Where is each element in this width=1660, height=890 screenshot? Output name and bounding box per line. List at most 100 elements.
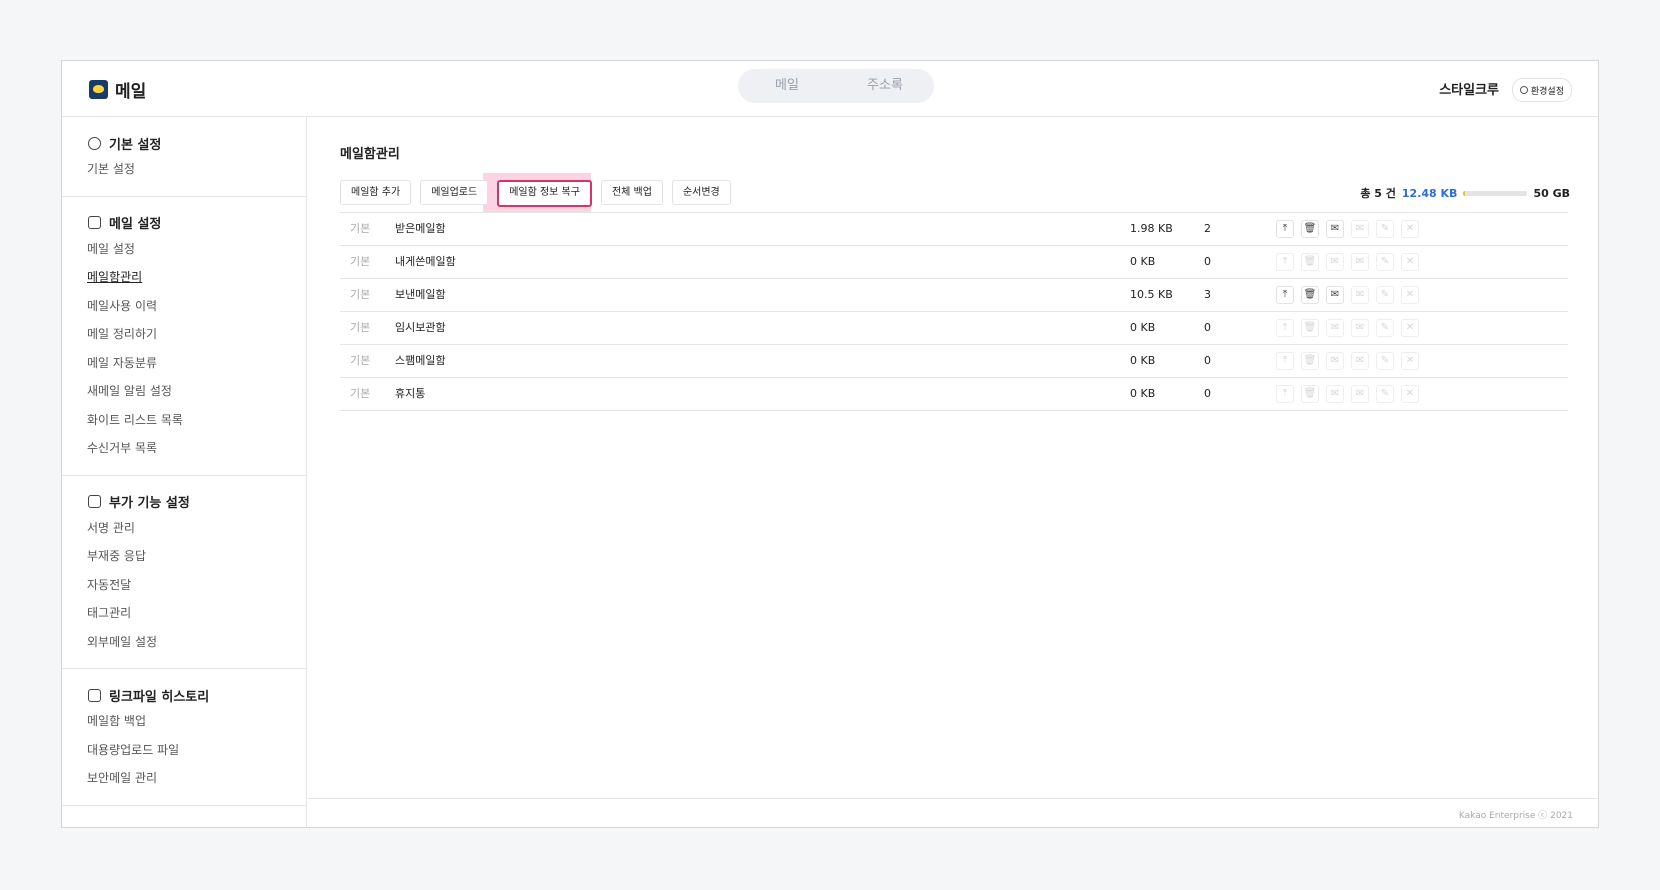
mailbox-table: 기본 받은메일함 1.98 KB 2 ⤒ 🗑 ✉ ✉ ✎ ✕ 기본 내게쓴메일함 0 KB 0 ⤒ 🗑 ✉ ✉ ✎ ✕… (340, 212, 1568, 411)
row-actions: ⤒ 🗑 ✉ ✉ ✎ ✕ (1276, 385, 1419, 403)
table-row[interactable]: 기본 임시보관함 0 KB 0 ⤒ 🗑 ✉ ✉ ✎ ✕ (340, 312, 1568, 345)
pencil-icon[interactable]: ✎ (1376, 220, 1394, 238)
table-row[interactable]: 기본 스팸메일함 0 KB 0 ⤒ 🗑 ✉ ✉ ✎ ✕ (340, 345, 1568, 378)
sidebar-item[interactable]: 메일 정리하기 (62, 320, 306, 349)
mail-export-icon[interactable]: ✉ (1351, 253, 1369, 271)
logo[interactable]: 메일 (89, 77, 146, 102)
restore-mailbox-info-button[interactable]: 메일함 정보 복구 (497, 180, 592, 207)
sidebar-item[interactable]: 태그관리 (62, 599, 306, 628)
sidebar-item[interactable]: 기본 설정 (62, 155, 306, 184)
table-row[interactable]: 기본 보낸메일함 10.5 KB 3 ⤒ 🗑 ✉ ✉ ✎ ✕ (340, 279, 1568, 312)
sidebar-item[interactable]: 부재중 응답 (62, 542, 306, 571)
sidebar-item[interactable]: 대용량업로드 파일 (62, 736, 306, 765)
sidebar-item[interactable]: 화이트 리스트 목록 (62, 406, 306, 435)
mail-move-icon[interactable]: ✉ (1326, 319, 1344, 337)
sidebar-item[interactable]: 메일함 백업 (62, 707, 306, 736)
footer: Kakao Enterprise ⓒ 2021 (308, 798, 1598, 827)
mailbox-size: 10.5 KB (1130, 288, 1173, 301)
mail-move-icon[interactable]: ✉ (1326, 286, 1344, 304)
mail-export-icon[interactable]: ✉ (1351, 352, 1369, 370)
mail-move-icon[interactable]: ✉ (1326, 220, 1344, 238)
settings-button[interactable]: 환경설정 (1511, 78, 1572, 102)
upload-icon[interactable]: ⤒ (1276, 253, 1294, 271)
pencil-icon[interactable]: ✎ (1376, 253, 1394, 271)
pencil-icon[interactable]: ✎ (1376, 385, 1394, 403)
close-icon[interactable]: ✕ (1401, 352, 1419, 370)
mail-export-icon[interactable]: ✉ (1351, 385, 1369, 403)
mailbox-count: 3 (1204, 288, 1211, 301)
mailbox-size: 1.98 KB (1130, 222, 1173, 235)
top-tabs: 메일 주소록 (738, 69, 934, 103)
mail-move-icon[interactable]: ✉ (1326, 385, 1344, 403)
trash-icon[interactable]: 🗑 (1301, 253, 1319, 271)
top-bar: 메일 메일 주소록 스타일크루 환경설정 (62, 61, 1598, 117)
copyright: Kakao Enterprise ⓒ 2021 (1458, 811, 1573, 821)
sidebar-item[interactable]: 수신거부 목록 (62, 434, 306, 463)
pencil-icon[interactable]: ✎ (1376, 319, 1394, 337)
pencil-icon[interactable]: ✎ (1376, 286, 1394, 304)
mailbox-type: 기본 (350, 222, 371, 235)
upload-icon[interactable]: ⤒ (1276, 319, 1294, 337)
sidebar-item[interactable]: 메일함관리 (62, 263, 306, 292)
upload-icon[interactable]: ⤒ (1276, 220, 1294, 238)
user-name[interactable]: 스타일크루 (1439, 79, 1499, 98)
row-actions: ⤒ 🗑 ✉ ✉ ✎ ✕ (1276, 286, 1419, 304)
sidebar-section: 메일 설정 메일 설정 메일함관리 메일사용 이력 메일 정리하기 메일 자동분류 새메일 … (62, 197, 306, 476)
table-row[interactable]: 기본 내게쓴메일함 0 KB 0 ⤒ 🗑 ✉ ✉ ✎ ✕ (340, 246, 1568, 279)
close-icon[interactable]: ✕ (1401, 286, 1419, 304)
upload-icon[interactable]: ⤒ (1276, 286, 1294, 304)
mailbox-count: 0 (1204, 354, 1211, 367)
close-icon[interactable]: ✕ (1401, 385, 1419, 403)
row-actions: ⤒ 🗑 ✉ ✉ ✎ ✕ (1276, 352, 1419, 370)
mail-export-icon[interactable]: ✉ (1351, 319, 1369, 337)
pencil-icon[interactable]: ✎ (1376, 352, 1394, 370)
mail-export-icon[interactable]: ✉ (1351, 220, 1369, 238)
mail-export-icon[interactable]: ✉ (1351, 286, 1369, 304)
reorder-button[interactable]: 순서변경 (671, 180, 731, 205)
sidebar-item[interactable]: 새메일 알림 설정 (62, 377, 306, 406)
sidebar-item[interactable]: 메일 설정 (62, 235, 306, 264)
sidebar: 기본 설정 기본 설정 메일 설정 메일 설정 메일함관리 메일사용 이력 메일 정리하기 메… (62, 117, 307, 827)
sidebar-item[interactable]: 자동전달 (62, 571, 306, 600)
sidebar-section-label: 메일 설정 (109, 217, 162, 232)
mail-move-icon[interactable]: ✉ (1326, 253, 1344, 271)
page-title: 메일함관리 (340, 147, 400, 162)
trash-icon[interactable]: 🗑 (1301, 352, 1319, 370)
close-icon[interactable]: ✕ (1401, 220, 1419, 238)
trash-icon[interactable]: 🗑 (1301, 220, 1319, 238)
mail-upload-button[interactable]: 메일업로드 (420, 180, 489, 205)
table-row[interactable]: 기본 휴지통 0 KB 0 ⤒ 🗑 ✉ ✉ ✎ ✕ (340, 378, 1568, 411)
sidebar-item[interactable]: 보안메일 관리 (62, 764, 306, 793)
upload-icon[interactable]: ⤒ (1276, 352, 1294, 370)
sidebar-item[interactable]: 외부메일 설정 (62, 628, 306, 657)
sidebar-item[interactable]: 서명 관리 (62, 514, 306, 543)
tab-mail[interactable]: 메일 (738, 69, 836, 103)
mailbox-name: 보낸메일함 (395, 288, 446, 301)
trash-icon[interactable]: 🗑 (1301, 385, 1319, 403)
logo-icon (89, 80, 108, 99)
row-actions: ⤒ 🗑 ✉ ✉ ✎ ✕ (1276, 253, 1419, 271)
close-icon[interactable]: ✕ (1401, 253, 1419, 271)
mailbox-size: 0 KB (1130, 255, 1156, 268)
upload-icon[interactable]: ⤒ (1276, 385, 1294, 403)
add-mailbox-button[interactable]: 메일함 추가 (340, 180, 412, 205)
mailbox-count: 0 (1204, 321, 1211, 334)
tab-address-book[interactable]: 주소록 (836, 69, 934, 103)
mailbox-size: 0 KB (1130, 321, 1156, 334)
sidebar-section-title: 부가 기능 설정 (62, 490, 306, 514)
trash-icon[interactable]: 🗑 (1301, 286, 1319, 304)
close-icon[interactable]: ✕ (1401, 319, 1419, 337)
storage-bar (1463, 190, 1528, 196)
mailbox-type: 기본 (350, 354, 371, 367)
table-row[interactable]: 기본 받은메일함 1.98 KB 2 ⤒ 🗑 ✉ ✉ ✎ ✕ (340, 213, 1568, 246)
mailbox-name: 휴지통 (395, 387, 426, 400)
sidebar-item[interactable]: 메일사용 이력 (62, 292, 306, 321)
full-backup-button[interactable]: 전체 백업 (600, 180, 663, 205)
row-actions: ⤒ 🗑 ✉ ✉ ✎ ✕ (1276, 319, 1419, 337)
mailbox-name: 임시보관함 (395, 321, 446, 334)
storage-limit: 50 GB (1533, 186, 1570, 200)
trash-icon[interactable]: 🗑 (1301, 319, 1319, 337)
toolbar: 메일함 추가 메일업로드 메일함 정보 복구 전체 백업 순서변경 (340, 180, 731, 207)
mail-move-icon[interactable]: ✉ (1326, 352, 1344, 370)
sidebar-item[interactable]: 메일 자동분류 (62, 349, 306, 378)
